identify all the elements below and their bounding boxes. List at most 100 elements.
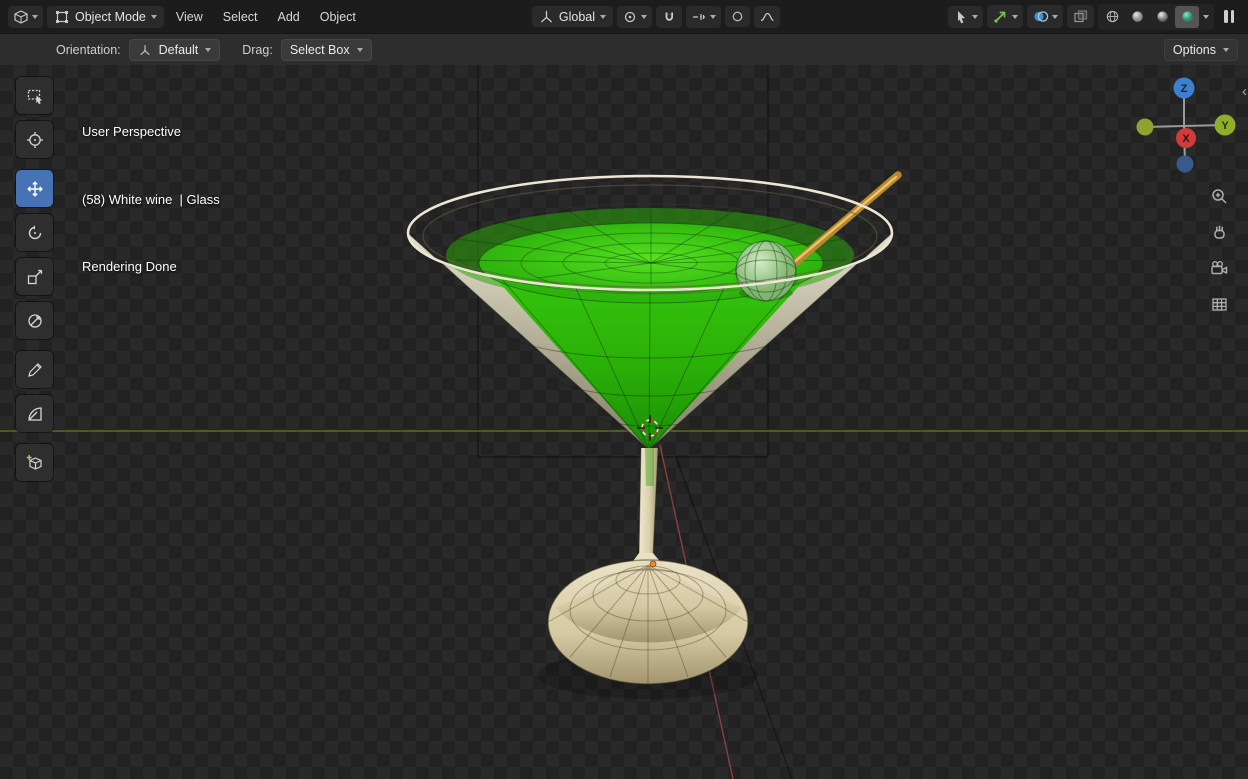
pivot-point-dropdown[interactable] — [617, 5, 653, 28]
render-status-label: Rendering Done — [82, 259, 177, 274]
camera-view-button[interactable] — [1206, 255, 1232, 281]
tool-select-box[interactable] — [16, 77, 53, 114]
active-object-label: (58) White wine | Glass — [82, 191, 220, 207]
viewport-info-overlay: User Perspective (58) White wine | Glass… — [82, 76, 220, 324]
menu-select[interactable]: Select — [215, 6, 266, 28]
tool-transform[interactable] — [16, 302, 53, 339]
chevron-down-icon — [600, 14, 607, 19]
gizmo-y-label: Y — [1221, 120, 1229, 132]
material-preview-icon — [1156, 11, 1168, 22]
tool-measure[interactable] — [16, 395, 53, 432]
drag-value: Select Box — [289, 42, 350, 57]
3d-viewport-editor-icon — [14, 9, 28, 24]
glass-foot — [538, 553, 758, 699]
show-gizmo-dropdown[interactable] — [987, 5, 1023, 28]
chevron-down-icon — [32, 14, 38, 19]
global-axes-icon — [541, 10, 552, 23]
sidebar-collapse-arrow[interactable]: ‹ — [1242, 83, 1247, 100]
snap-increment-icon — [693, 13, 706, 20]
xray-toggle[interactable] — [1067, 5, 1094, 28]
camera-icon — [1211, 260, 1228, 274]
hand-icon — [1213, 225, 1225, 239]
object-mode-icon — [56, 10, 68, 23]
snap-toggle[interactable] — [656, 5, 683, 28]
overlays-icon — [1034, 11, 1049, 22]
chevron-down-icon — [356, 47, 363, 52]
options-label: Options — [1172, 42, 1216, 57]
drag-mode-dropdown[interactable]: Select Box — [280, 38, 372, 61]
glass-stem — [638, 447, 659, 556]
orthographic-toggle-button[interactable] — [1206, 291, 1232, 317]
pivot-point-icon — [624, 11, 636, 22]
gizmo-z-label: Z — [1181, 83, 1188, 95]
mode-label: Object Mode — [75, 9, 146, 24]
olive — [735, 240, 797, 302]
navigation-gizmo[interactable]: Z Y X — [1126, 65, 1241, 180]
shading-wireframe-button[interactable] — [1100, 6, 1124, 28]
mode-dropdown[interactable]: Object Mode — [47, 5, 164, 28]
editor-type-button[interactable] — [8, 5, 43, 28]
drag-label: Drag: — [242, 42, 273, 57]
tool-scale[interactable] — [16, 258, 53, 295]
orientation-default-dropdown[interactable]: Default — [128, 38, 221, 61]
shading-solid-button[interactable] — [1125, 6, 1149, 28]
tool-move[interactable] — [16, 170, 53, 207]
chevron-down-icon — [1203, 14, 1209, 19]
gizmo-y-neg-axis[interactable] — [1136, 118, 1154, 136]
shading-material-button[interactable] — [1150, 6, 1174, 28]
pause-bars-icon[interactable] — [1218, 6, 1240, 27]
chevron-down-icon — [641, 14, 648, 19]
blender-window: Object Mode View Select Add Object Globa… — [0, 0, 1248, 779]
orientation-axes-icon — [140, 44, 150, 55]
transform-orientation-dropdown[interactable]: Global — [531, 6, 614, 27]
mouse-select-dropdown[interactable] — [948, 5, 983, 28]
toolbar — [16, 77, 53, 488]
orientation-value: Default — [158, 42, 199, 57]
options-dropdown[interactable]: Options — [1163, 38, 1238, 61]
chevron-down-icon — [1052, 14, 1058, 19]
menu-view[interactable]: View — [168, 6, 211, 28]
gizmo-z-neg-axis[interactable] — [1176, 155, 1194, 173]
chevron-down-icon — [1012, 14, 1018, 19]
tool-settings-bar: Orientation: Default Drag: Select Box Op… — [0, 33, 1248, 65]
tool-add-cube[interactable] — [16, 444, 53, 481]
wireframe-shading-icon — [1106, 10, 1118, 23]
viewport-header: Object Mode View Select Add Object Globa… — [0, 0, 1248, 33]
proportional-editing-toggle[interactable] — [725, 6, 751, 27]
gizmo-x-label: X — [1182, 133, 1190, 145]
menu-add[interactable]: Add — [270, 6, 308, 28]
menu-object[interactable]: Object — [312, 6, 364, 28]
zoom-icon — [1211, 188, 1227, 204]
chevron-down-icon — [205, 47, 212, 52]
falloff-curve-icon — [760, 12, 774, 21]
orientation-label: Global — [558, 9, 596, 24]
viewport-nav-controls — [1206, 183, 1232, 317]
orientation-field-label: Orientation: — [56, 42, 121, 57]
shading-mode-group — [1098, 3, 1214, 30]
xray-icon — [1074, 10, 1088, 23]
view-perspective-label: User Perspective — [82, 124, 181, 139]
tool-rotate[interactable] — [16, 214, 53, 251]
proportional-editing-icon — [732, 11, 743, 22]
rendered-shading-icon — [1181, 11, 1193, 22]
chevron-down-icon — [710, 14, 717, 19]
tool-annotate[interactable] — [16, 351, 53, 388]
chevron-down-icon — [150, 14, 157, 19]
tool-cursor[interactable] — [16, 121, 53, 158]
snap-target-dropdown[interactable] — [686, 5, 722, 28]
magnet-icon — [665, 12, 674, 21]
proportional-falloff-dropdown[interactable] — [754, 5, 781, 28]
pan-button[interactable] — [1206, 219, 1232, 245]
show-overlays-dropdown[interactable] — [1027, 5, 1063, 28]
3d-viewport[interactable]: User Perspective (58) White wine | Glass… — [0, 65, 1248, 779]
solid-shading-icon — [1131, 11, 1143, 22]
mouse-select-icon — [958, 10, 965, 23]
chevron-down-icon — [972, 14, 978, 19]
grid-icon — [1211, 297, 1227, 311]
gizmo-icon — [994, 11, 1006, 23]
martini-glass — [405, 171, 902, 699]
object-origin-dot — [649, 560, 657, 568]
zoom-button[interactable] — [1206, 183, 1232, 209]
chevron-down-icon — [1223, 47, 1229, 52]
shading-rendered-button[interactable] — [1175, 5, 1199, 28]
